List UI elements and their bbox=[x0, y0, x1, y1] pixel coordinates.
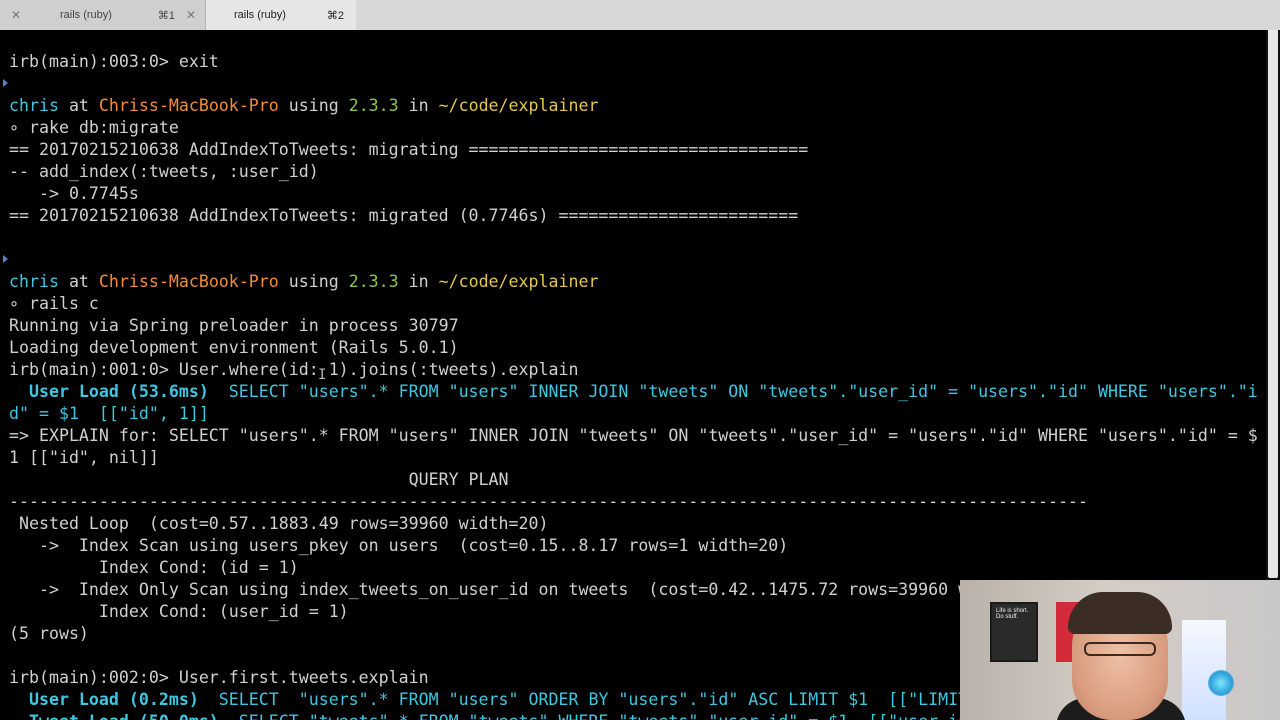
tab-rails-1[interactable]: ✕ rails (ruby) ⌘1 bbox=[0, 0, 206, 30]
tab-bar: ✕ rails (ruby) ⌘1 ✕ rails (ruby) ⌘2 bbox=[0, 0, 1280, 31]
console-output: Running via Spring preloader in process … bbox=[9, 316, 459, 335]
explain-output: => EXPLAIN for: SELECT "users".* FROM "u… bbox=[9, 426, 1258, 445]
prompt-user: chris bbox=[9, 272, 59, 291]
sql-load-label: User Load (53.6ms) bbox=[9, 382, 209, 401]
sql-statement: SELECT "users".* FROM "users" ORDER BY "… bbox=[198, 690, 1029, 709]
prompt-at: at bbox=[58, 272, 99, 291]
sql-statement: SELECT "users".* FROM "users" INNER JOIN… bbox=[208, 382, 1258, 401]
tab-title: rails (ruby) bbox=[60, 9, 112, 21]
sql-log-line: User Load (0.2ms) SELECT "users".* FROM … bbox=[9, 689, 1028, 711]
query-plan-row-count: (5 rows) bbox=[9, 624, 89, 643]
sql-load-label: User Load (0.2ms) bbox=[9, 690, 199, 709]
migration-output: == 20170215210638 AddIndexToTweets: migr… bbox=[9, 140, 809, 159]
console-output: Loading development environment (Rails 5… bbox=[9, 338, 459, 357]
sql-load-label: Tweet Load (50.0ms) bbox=[9, 712, 219, 720]
prompt-user: chris bbox=[9, 96, 59, 115]
command-line: ∘ rake db:migrate bbox=[9, 118, 179, 137]
query-plan-row: -> Index Only Scan using index_tweets_on… bbox=[9, 580, 1038, 599]
prompt-host: Chriss-MacBook-Pro bbox=[98, 272, 279, 291]
sql-log-line: User Load (53.6ms) SELECT "users".* FROM… bbox=[9, 381, 1258, 403]
query-plan-row: Nested Loop (cost=0.57..1883.49 rows=399… bbox=[9, 514, 549, 533]
explain-output: 1 [["id", nil]] bbox=[9, 448, 159, 467]
presenter-glasses bbox=[1084, 642, 1156, 656]
query-plan-row: -> Index Scan using users_pkey on users … bbox=[9, 536, 789, 555]
prompt-path: ~/code/explainer bbox=[438, 272, 599, 291]
query-plan-row: Index Cond: (user_id = 1) bbox=[9, 602, 349, 621]
command-line: ∘ rails c bbox=[9, 294, 99, 313]
migration-output: == 20170215210638 AddIndexToTweets: migr… bbox=[9, 206, 799, 225]
query-plan-divider: ----------------------------------------… bbox=[9, 492, 1088, 511]
prompt-marker-icon bbox=[3, 255, 8, 263]
webcam-overlay: Life is short. Do stuff. bbox=[960, 580, 1280, 720]
prompt-in: in bbox=[398, 96, 439, 115]
prompt-using: using bbox=[278, 96, 349, 115]
sql-statement: SELECT "tweets".* FROM "tweets" WHERE "t… bbox=[219, 712, 1028, 720]
migration-output: -- add_index(:tweets, :user_id) bbox=[9, 162, 319, 181]
prompt-ruby-version: 2.3.3 bbox=[348, 96, 399, 115]
prompt-at: at bbox=[58, 96, 99, 115]
tab-shortcut: ⌘1 bbox=[157, 9, 175, 22]
light-glow bbox=[1208, 670, 1234, 696]
presenter-hair bbox=[1068, 592, 1172, 634]
scrollbar-thumb[interactable] bbox=[1268, 30, 1278, 578]
query-plan-row: Index Cond: (id = 1) bbox=[9, 558, 299, 577]
prompt-ruby-version: 2.3.3 bbox=[348, 272, 399, 291]
shell-prompt: chris at Chriss-MacBook-Pro using 2.3.3 … bbox=[9, 271, 598, 293]
prompt-marker-icon bbox=[3, 79, 8, 87]
tab-shortcut: ⌘2 bbox=[326, 9, 344, 22]
irb-input-line: irb(main):002:0> User.first.tweets.expla… bbox=[9, 668, 429, 687]
close-tab-icon[interactable]: ✕ bbox=[11, 8, 21, 22]
wall-poster: Life is short. Do stuff. bbox=[990, 602, 1038, 662]
irb-input-line: irb(main):001:0> User.where(id: 1).joins… bbox=[9, 360, 579, 379]
sql-log-line: d" = $1 [["id", 1]] bbox=[9, 404, 209, 423]
prompt-path: ~/code/explainer bbox=[438, 96, 599, 115]
migration-output: -> 0.7745s bbox=[9, 184, 139, 203]
prompt-in: in bbox=[398, 272, 439, 291]
query-plan-header: QUERY PLAN bbox=[9, 470, 509, 489]
irb-exit-line: irb(main):003:0> exit bbox=[9, 52, 219, 71]
sql-log-line: Tweet Load (50.0ms) SELECT "tweets".* FR… bbox=[9, 711, 1028, 720]
tab-title: rails (ruby) bbox=[234, 9, 286, 21]
prompt-host: Chriss-MacBook-Pro bbox=[98, 96, 279, 115]
prompt-using: using bbox=[278, 272, 349, 291]
shell-prompt: chris at Chriss-MacBook-Pro using 2.3.3 … bbox=[9, 95, 598, 117]
close-tab-icon[interactable]: ✕ bbox=[186, 8, 196, 22]
tab-rails-2[interactable]: ✕ rails (ruby) ⌘2 bbox=[186, 0, 356, 30]
